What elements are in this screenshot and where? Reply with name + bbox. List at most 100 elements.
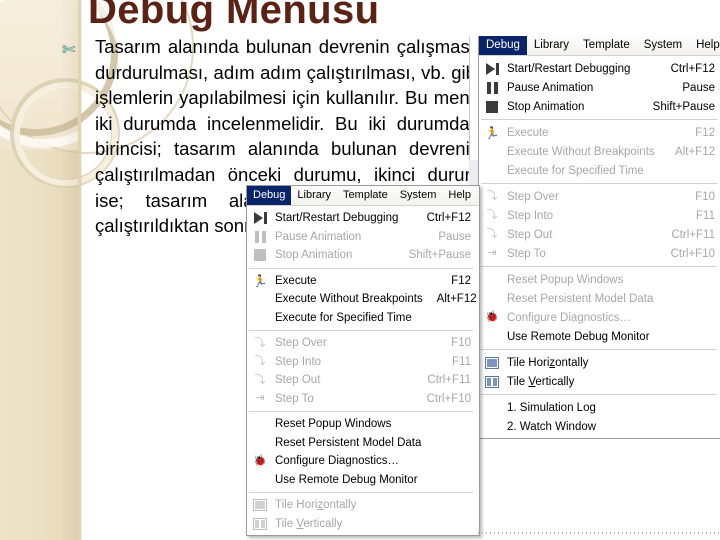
menu-item-label: Tile Vertically: [275, 517, 343, 530]
menu-item-execute-for-specified-time: Execute for Specified Time: [479, 161, 720, 180]
menubar-item-debug[interactable]: Debug: [479, 36, 527, 55]
menu-item-label: Step To: [275, 392, 314, 405]
menu-item-label: Start/Restart Debugging: [275, 212, 399, 225]
menu-item-1-simulation-log[interactable]: 1. Simulation Log: [479, 398, 720, 417]
step-over-icon: ⤵: [254, 336, 266, 349]
menubar-item-system[interactable]: System: [637, 36, 689, 55]
menu-item-label: Configure Diagnostics…: [507, 311, 632, 324]
menu-bar[interactable]: Debug Library Template System Help: [479, 36, 720, 56]
menu-item-shortcut: Pause: [682, 81, 715, 94]
menu-item-execute-without-breakpoints: Execute Without Breakpoints Alt+F12: [479, 142, 720, 161]
menu-item-shortcut: Ctrl+F11: [671, 228, 715, 241]
tile-vertical-icon: [479, 374, 505, 390]
menu-item-start-restart-debugging[interactable]: Start/Restart Debugging Ctrl+F12: [479, 59, 720, 78]
menu-item-use-remote-debug-monitor[interactable]: Use Remote Debug Monitor: [479, 327, 720, 346]
menu-separator: [481, 119, 717, 120]
menu-item-label: Tile Horizontally: [275, 499, 357, 512]
menubar-item-system[interactable]: System: [394, 186, 443, 205]
menubar-item-help[interactable]: Help: [689, 36, 720, 55]
menu-item-label: Step Into: [275, 355, 322, 368]
menu-item-start-restart-debugging[interactable]: Start/Restart Debugging Ctrl+F12: [247, 209, 479, 228]
bug-icon: 🐞: [253, 454, 267, 467]
menubar-item-library[interactable]: Library: [527, 36, 576, 55]
menu-item-reset-persistent-model-data[interactable]: Reset Persistent Model Data: [247, 434, 479, 453]
menu-separator: [249, 267, 473, 269]
debug-menu-window-running[interactable]: Debug Library Template System Help Start/Res…: [478, 36, 720, 439]
menu-item-label: Stop Animation: [275, 249, 353, 262]
step-out-icon: ⤵: [254, 373, 266, 386]
stop-icon: [247, 247, 273, 263]
menu-item-shortcut: Shift+Pause: [408, 249, 471, 262]
no-icon: [479, 329, 505, 345]
step-into-icon: ⤵: [254, 355, 266, 368]
menubar-item-template[interactable]: Template: [576, 36, 637, 55]
menu-item-label: Execute Without Breakpoints: [507, 145, 655, 158]
step-to-icon: ⇥: [255, 392, 265, 405]
menu-item-label: Step To: [507, 247, 546, 260]
menu-item-reset-persistent-model-data: Reset Persistent Model Data: [479, 289, 720, 308]
menu-item-2-watch-window[interactable]: 2. Watch Window: [479, 417, 720, 436]
menu-item-label: Reset Persistent Model Data: [275, 436, 422, 449]
menu-item-step-to: ⇥ Step To Ctrl+F10: [247, 390, 479, 409]
debug-menu-window-stopped[interactable]: Debug Library Template System Help Start/Res…: [246, 185, 480, 536]
menu-items[interactable]: Start/Restart Debugging Ctrl+F12 Pause Ani…: [247, 206, 479, 535]
menu-separator: [481, 266, 717, 267]
menu-item-reset-popup-windows[interactable]: Reset Popup Windows: [247, 415, 479, 434]
menu-item-label: Pause Animation: [275, 230, 362, 243]
menu-item-pause-animation: Pause Animation Pause: [247, 228, 479, 247]
menu-item-reset-popup-windows: Reset Popup Windows: [479, 270, 720, 289]
step-over-icon: ⤵: [486, 190, 498, 202]
pause-icon: [247, 229, 273, 245]
tile-horizontal-icon: [479, 355, 505, 371]
menubar-item-help[interactable]: Help: [442, 186, 477, 205]
menu-item-label: 2. Watch Window: [507, 420, 597, 433]
menu-item-label: Execute for Specified Time: [275, 311, 412, 324]
menu-item-use-remote-debug-monitor[interactable]: Use Remote Debug Monitor: [247, 471, 479, 490]
menu-item-shortcut: Alt+F12: [436, 293, 477, 306]
play-icon: [247, 210, 273, 226]
step-into-icon: ⤵: [486, 209, 498, 221]
menubar-item-debug[interactable]: Debug: [247, 186, 292, 205]
play-icon: [479, 61, 505, 77]
menu-item-label: Step Out: [275, 374, 321, 387]
menu-item-label: Step Over: [507, 190, 559, 203]
menu-item-execute: 🏃 Execute F12: [479, 123, 720, 142]
menu-item-label: Reset Persistent Model Data: [507, 292, 654, 305]
menu-item-label: Start/Restart Debugging: [507, 62, 631, 75]
menu-item-execute[interactable]: 🏃 Execute F12: [247, 272, 479, 291]
menu-separator: [249, 492, 473, 493]
menu-item-step-out: ⤵ Step Out Ctrl+F11: [247, 371, 479, 390]
no-icon: [479, 144, 505, 160]
stop-icon: [479, 99, 505, 115]
tile-vertical-icon: [247, 516, 273, 532]
menu-item-execute-for-specified-time[interactable]: Execute for Specified Time: [247, 309, 479, 328]
menu-item-tile-horizontally[interactable]: Tile Horizontally: [479, 353, 720, 372]
step-out-icon: ⤵: [486, 228, 498, 240]
menu-item-shortcut: F12: [451, 274, 471, 287]
menu-bar[interactable]: Debug Library Template System Help: [247, 186, 479, 206]
menu-item-execute-without-breakpoints[interactable]: Execute Without Breakpoints Alt+F12: [247, 290, 479, 309]
no-icon: [247, 435, 273, 451]
menu-item-label: Tile Vertically: [507, 375, 575, 388]
menu-item-stop-animation[interactable]: Stop Animation Shift+Pause: [479, 97, 720, 116]
menubar-item-template[interactable]: Template: [337, 186, 394, 205]
menu-item-label: Execute: [275, 274, 317, 287]
menu-item-step-into: ⤵ Step Into F11: [479, 206, 720, 225]
no-icon: [479, 419, 505, 435]
menu-items[interactable]: Start/Restart Debugging Ctrl+F12 Pause Ani…: [479, 56, 720, 438]
menu-item-pause-animation[interactable]: Pause Animation Pause: [479, 78, 720, 97]
menu-item-tile-horizontally: Tile Horizontally: [247, 496, 479, 515]
menu-item-label: Step Into: [507, 209, 554, 222]
menu-separator: [249, 330, 473, 331]
menubar-item-library[interactable]: Library: [291, 186, 337, 205]
menu-item-tile-vertically[interactable]: Tile Vertically: [479, 372, 720, 391]
menu-item-configure-diagnostics[interactable]: 🐞 Configure Diagnostics…: [247, 452, 479, 471]
no-icon: [247, 291, 273, 307]
no-icon: [247, 310, 273, 326]
menu-item-label: Stop Animation: [507, 100, 585, 113]
menu-item-configure-diagnostics: 🐞 Configure Diagnostics…: [479, 308, 720, 327]
no-icon: [247, 472, 273, 488]
menu-item-shortcut: Alt+F12: [675, 145, 715, 158]
menu-item-step-over: ⤵ Step Over F10: [247, 334, 479, 353]
menu-item-shortcut: Ctrl+F10: [670, 247, 715, 260]
